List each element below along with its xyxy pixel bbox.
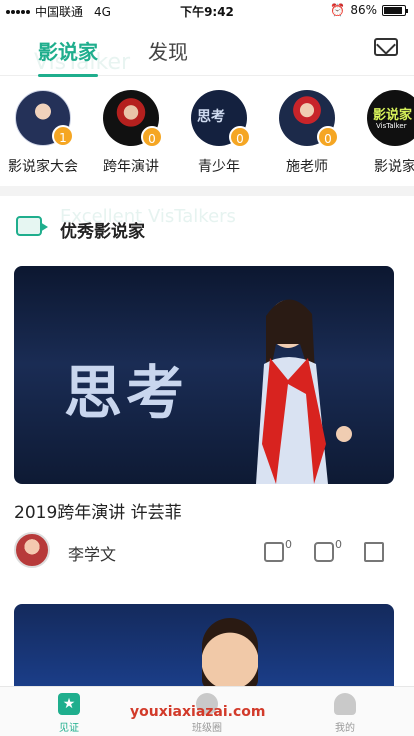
status-right: ⏰ 86% <box>330 3 408 17</box>
nav-label: 见证 <box>59 723 79 734</box>
thumbs-up-icon <box>264 542 284 562</box>
star-icon <box>58 693 80 715</box>
person-icon <box>334 693 356 715</box>
speaker-figure <box>256 299 352 484</box>
share-button[interactable] <box>364 538 398 564</box>
category-item-conference[interactable]: 1 影说家大会 <box>0 90 88 176</box>
category-row: 1 影说家大会 0 跨年演讲 思考 0 青少年 0 施老师 影说家 VisTal… <box>0 86 414 182</box>
tab-vistalker[interactable]: 影说家 <box>38 36 98 77</box>
video-thumbnail[interactable]: 思考 <box>14 266 394 484</box>
section-divider <box>0 186 414 196</box>
category-badge: 0 <box>141 126 163 148</box>
category-avatar: 1 <box>15 90 74 147</box>
section-title: 优秀影说家 <box>60 222 145 242</box>
author-row: 李学文 0 0 <box>14 532 400 572</box>
category-avatar: 影说家 VisTalker <box>367 90 414 146</box>
site-watermark: youxiaxiazai.com <box>130 704 266 720</box>
category-badge: 1 <box>52 125 74 147</box>
battery-icon <box>382 4 408 16</box>
category-avatar: 0 <box>279 90 339 148</box>
top-header: VisTalker 影说家 发现 <box>0 22 414 77</box>
category-label: 施老师 <box>286 159 328 175</box>
comment-button[interactable]: 0 <box>314 538 348 564</box>
nav-witness[interactable]: 见证 <box>34 693 104 734</box>
nav-label: 班级圈 <box>192 723 222 734</box>
brand-logo-text: 影说家 <box>373 108 413 123</box>
like-count: 0 <box>285 538 292 551</box>
share-icon <box>364 542 384 562</box>
tab-discover[interactable]: 发现 <box>148 36 188 65</box>
category-avatar: 思考 0 <box>191 90 251 148</box>
speaker-figure-next <box>202 618 258 690</box>
like-button[interactable]: 0 <box>264 538 298 564</box>
avatar-text: 思考 <box>197 109 225 125</box>
category-label: 青少年 <box>198 159 240 175</box>
category-item-youth[interactable]: 思考 0 青少年 <box>174 90 264 176</box>
app-screen: 中国联通 4G 下午9:42 ⏰ 86% VisTalker 影说家 发现 1 … <box>0 0 414 736</box>
battery-percent: 86% <box>350 3 377 17</box>
category-avatar: 0 <box>103 90 163 148</box>
category-label: 影说家大会 <box>8 159 78 175</box>
stage-text: 思考 <box>64 359 189 427</box>
category-item-teacher-shi[interactable]: 0 施老师 <box>262 90 352 176</box>
nav-mine[interactable]: 我的 <box>310 693 380 734</box>
comment-icon <box>314 542 334 562</box>
comment-count: 0 <box>335 538 342 551</box>
category-label: 跨年演讲 <box>103 159 159 175</box>
author-avatar[interactable] <box>14 532 50 568</box>
category-item-vistalker[interactable]: 影说家 VisTalker 影说家 <box>350 90 414 176</box>
category-item-new-year-speech[interactable]: 0 跨年演讲 <box>86 90 176 176</box>
video-camera-icon <box>16 216 48 236</box>
brand-logo-subtext: VisTalker <box>376 122 407 130</box>
video-title[interactable]: 2019跨年演讲 许芸菲 <box>14 498 182 523</box>
author-name[interactable]: 李学文 <box>68 541 116 565</box>
section-header: Excellent VisTalkers 优秀影说家 <box>0 200 414 256</box>
alarm-icon: ⏰ <box>330 3 346 17</box>
nav-label: 我的 <box>335 723 355 734</box>
mail-icon[interactable] <box>374 38 398 56</box>
category-badge: 0 <box>229 126 251 148</box>
video-thumbnail-next[interactable] <box>14 604 394 694</box>
category-badge: 0 <box>317 126 339 148</box>
category-label: 影说家 <box>374 159 414 175</box>
status-bar: 中国联通 4G 下午9:42 ⏰ 86% <box>0 0 414 22</box>
